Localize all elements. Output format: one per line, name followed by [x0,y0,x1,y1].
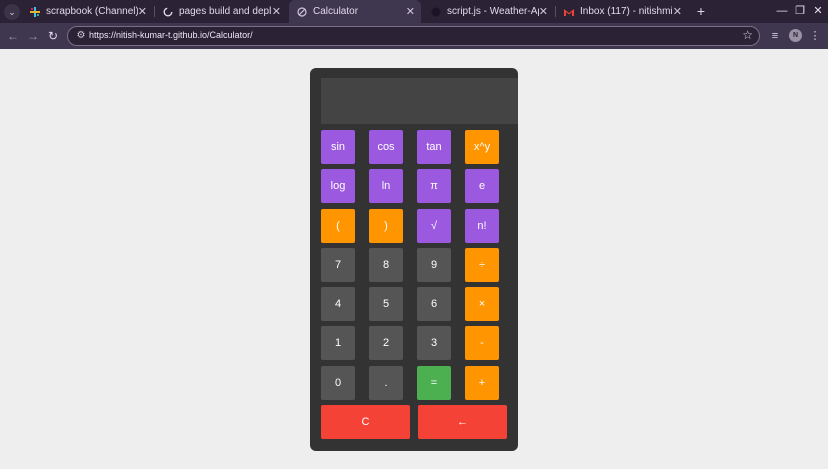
tab-pages-build[interactable]: pages build and deployme ✕ [155,0,287,23]
close-window-icon[interactable]: ✕ [811,3,825,19]
tan-button[interactable]: tan [417,130,451,164]
github-icon [431,7,441,17]
sqrt-button[interactable]: √ [417,209,451,243]
browser-toolbar: ← → ↻ ⚙ https://nitish-kumar-t.github.io… [0,23,828,49]
close-tab-icon[interactable]: ✕ [406,5,415,18]
reading-list-icon[interactable]: ≡ [767,28,783,44]
close-tab-icon[interactable]: ✕ [673,5,682,18]
left-paren-button[interactable]: ( [321,209,355,243]
decimal-point-button[interactable]: . [369,366,403,400]
globe-icon [297,6,307,17]
digit-9-button[interactable]: 9 [417,248,451,282]
close-tab-icon[interactable]: ✕ [539,5,548,18]
digit-5-button[interactable]: 5 [369,287,403,321]
multiply-button[interactable]: × [465,287,499,321]
calculator-display [321,78,518,124]
backspace-button[interactable]: ← [418,405,507,439]
reload-icon[interactable]: ↻ [45,28,61,44]
tab-scrapbook[interactable]: scrapbook (Channel) - Ha ✕ [22,0,153,23]
more-menu-icon[interactable]: ⋮ [808,28,822,44]
tab-title: Calculator [313,6,359,17]
tab-calculator[interactable]: Calculator ✕ [289,0,421,23]
back-icon[interactable]: ← [5,28,21,44]
right-paren-button[interactable]: ) [369,209,403,243]
equals-button[interactable]: = [417,366,451,400]
bookmark-star-icon[interactable]: ☆ [742,28,753,42]
plus-button[interactable]: + [465,366,499,400]
digit-0-button[interactable]: 0 [321,366,355,400]
divide-button[interactable]: ÷ [465,248,499,282]
tab-title: Inbox (117) - nitishmittu [580,6,672,17]
slack-icon [30,6,40,17]
tab-search-dropdown-icon[interactable]: ⌄ [4,4,20,20]
tab-title: script.js - Weather-App [ [447,6,539,17]
clear-button[interactable]: C [321,405,410,439]
url-text[interactable]: https://nitish-kumar-t.github.io/Calcula… [89,30,253,40]
tab-script-js[interactable]: script.js - Weather-App [ ✕ [423,0,554,23]
forward-icon[interactable]: → [25,28,41,44]
digit-4-button[interactable]: 4 [321,287,355,321]
digit-1-button[interactable]: 1 [321,326,355,360]
digit-8-button[interactable]: 8 [369,248,403,282]
profile-avatar[interactable]: N [789,29,802,42]
site-settings-icon[interactable]: ⚙ [74,29,88,43]
cos-button[interactable]: cos [369,130,403,164]
sin-button[interactable]: sin [321,130,355,164]
close-tab-icon[interactable]: ✕ [272,5,281,18]
pi-button[interactable]: π [417,169,451,203]
log-button[interactable]: log [321,169,355,203]
minus-button[interactable]: - [465,326,499,360]
tab-strip: ⌄ scrapbook (Channel) - Ha ✕ pages build… [0,0,828,23]
tab-title: scrapbook (Channel) - Ha [46,6,138,17]
digit-7-button[interactable]: 7 [321,248,355,282]
factorial-button[interactable]: n! [465,209,499,243]
tab-title: pages build and deployme [179,6,271,17]
digit-6-button[interactable]: 6 [417,287,451,321]
digit-3-button[interactable]: 3 [417,326,451,360]
digit-2-button[interactable]: 2 [369,326,403,360]
minimize-icon[interactable]: — [775,3,789,19]
e-button[interactable]: e [465,169,499,203]
loading-spinner-icon [163,7,173,17]
power-button[interactable]: x^y [465,130,499,164]
restore-icon[interactable]: ❐ [793,3,807,19]
calculator: sin cos tan x^y log ln π e ( ) √ n! 7 8 … [310,68,518,451]
new-tab-icon[interactable]: + [694,3,708,19]
address-bar[interactable]: ⚙ https://nitish-kumar-t.github.io/Calcu… [67,26,760,46]
ln-button[interactable]: ln [369,169,403,203]
close-tab-icon[interactable]: ✕ [138,5,147,18]
gmail-icon [564,7,574,17]
tab-gmail-inbox[interactable]: Inbox (117) - nitishmittu ✕ [556,0,688,23]
